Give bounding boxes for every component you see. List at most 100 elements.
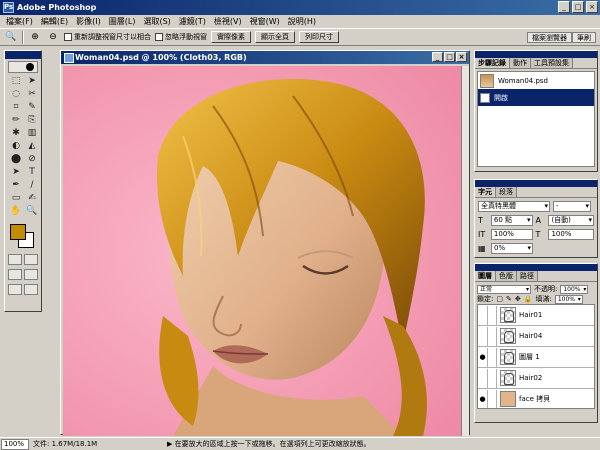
visibility-eye-icon[interactable] xyxy=(478,305,488,325)
fit-screen-button[interactable]: 顯示全頁 xyxy=(255,31,295,43)
doc-close-button[interactable]: × xyxy=(456,52,467,62)
layer-row-hair01[interactable]: Hair01 xyxy=(478,305,594,326)
visibility-eye-icon[interactable]: ● xyxy=(478,347,488,367)
checkbox-box[interactable] xyxy=(64,33,72,41)
layers-panel-title-bar[interactable] xyxy=(475,264,597,271)
adobe-online-icon[interactable] xyxy=(8,61,38,73)
lock-transparency-icon[interactable]: ▢ xyxy=(496,295,503,303)
foreground-color-swatch[interactable] xyxy=(10,224,26,240)
minimize-button[interactable]: _ xyxy=(558,1,570,13)
notes-tool-icon[interactable]: ▭ xyxy=(8,192,24,205)
tab-paths[interactable]: 路徑 xyxy=(517,271,538,281)
history-brush-tool-icon[interactable]: ✱ xyxy=(8,127,24,140)
font-style-select[interactable]: - xyxy=(553,200,591,212)
layer-row-face-copy[interactable]: ● face 拷貝 xyxy=(478,389,594,408)
zoom-level-field[interactable]: 100% xyxy=(1,438,29,450)
tab-history[interactable]: 步驟記錄 xyxy=(475,58,510,68)
layer-link-icon[interactable] xyxy=(488,389,497,408)
line-tool-icon[interactable]: / xyxy=(24,179,40,192)
document-title-bar[interactable]: Woman04.psd @ 100% (Cloth03, RGB) _ □ × xyxy=(61,51,469,64)
tab-actions[interactable]: 動作 xyxy=(510,58,531,68)
imageready-jump-icon[interactable] xyxy=(24,284,38,295)
file-size-info[interactable]: 文件: 1.67M/18.1M xyxy=(33,439,163,449)
lock-position-icon[interactable]: ✥ xyxy=(515,295,521,303)
gradient-tool-icon[interactable]: ◐ xyxy=(8,140,24,153)
zoom-in-icon[interactable]: ⊕ xyxy=(28,31,42,43)
lock-image-icon[interactable]: ✎ xyxy=(506,295,512,303)
maximize-button[interactable]: □ xyxy=(572,1,584,13)
character-panel-title-bar[interactable] xyxy=(475,180,597,187)
move-tool-icon[interactable]: ➤ xyxy=(24,75,40,88)
menu-edit[interactable]: 編輯(E) xyxy=(37,15,72,28)
type-tool-icon[interactable]: T xyxy=(24,166,40,179)
full-screen-mode-icon[interactable] xyxy=(8,284,22,295)
marquee-tool-icon[interactable]: ⬚ xyxy=(8,75,24,88)
menu-filter[interactable]: 濾鏡(T) xyxy=(175,15,210,28)
sponge-tool-icon[interactable]: ⊘ xyxy=(24,153,40,166)
resize-window-checkbox[interactable]: 重新調整視窗尺寸以相合 xyxy=(64,32,151,42)
layer-row-hair02[interactable]: Hair02 xyxy=(478,368,594,389)
path-select-tool-icon[interactable]: ➤ xyxy=(8,166,24,179)
eraser-tool-icon[interactable]: ▥ xyxy=(24,127,40,140)
vertical-scale-field[interactable]: 100% xyxy=(490,228,533,240)
well-tab-file-browser[interactable]: 檔案瀏覽器 xyxy=(527,32,572,43)
layer-row-hair04[interactable]: Hair04 xyxy=(478,326,594,347)
tracking-field[interactable]: 0% xyxy=(491,242,533,254)
menu-select[interactable]: 選取(S) xyxy=(139,15,174,28)
blur-tool-icon[interactable]: ◭ xyxy=(24,140,40,153)
standard-screen-mode-icon[interactable] xyxy=(8,269,22,280)
zoom-tool-icon[interactable]: 🔍 xyxy=(24,205,40,218)
font-size-field[interactable]: 60 點 xyxy=(490,214,533,226)
tab-tool-presets[interactable]: 工具預設集 xyxy=(531,58,573,68)
layer-link-icon[interactable] xyxy=(488,326,497,346)
standard-mode-icon[interactable] xyxy=(8,254,22,265)
zoom-icon[interactable]: 🔍 xyxy=(4,31,18,43)
menu-layer[interactable]: 圖層(L) xyxy=(105,15,140,28)
horizontal-scale-field[interactable]: 100% xyxy=(548,228,595,240)
menu-window[interactable]: 視窗(W) xyxy=(246,15,284,28)
fill-field[interactable]: 100% xyxy=(554,294,583,304)
doc-minimize-button[interactable]: _ xyxy=(432,52,443,62)
layer-link-icon[interactable] xyxy=(488,368,497,388)
history-snapshot[interactable]: Woman04.psd xyxy=(478,72,594,89)
crop-tool-icon[interactable]: ⌗ xyxy=(8,101,24,114)
visibility-eye-icon[interactable]: ● xyxy=(478,389,488,408)
history-state[interactable]: 開啟 xyxy=(478,89,594,106)
hand-tool-icon[interactable]: ✋ xyxy=(8,205,24,218)
tab-channels[interactable]: 色版 xyxy=(496,271,517,281)
menu-file[interactable]: 檔案(F) xyxy=(2,15,37,28)
actual-pixels-button[interactable]: 實際像素 xyxy=(211,31,251,43)
lock-all-icon[interactable]: 🔒 xyxy=(524,295,533,303)
image-canvas[interactable] xyxy=(63,66,461,436)
menu-help[interactable]: 說明(H) xyxy=(284,15,320,28)
brush-tool-icon[interactable]: ✏ xyxy=(8,114,24,127)
photoshop-icon[interactable]: Ps xyxy=(3,2,14,13)
doc-maximize-button[interactable]: □ xyxy=(444,52,455,62)
lasso-tool-icon[interactable]: ◌ xyxy=(8,88,24,101)
toolbox-title-bar[interactable] xyxy=(5,51,41,59)
eyedropper-tool-icon[interactable]: ✍ xyxy=(24,192,40,205)
tab-character[interactable]: 字元 xyxy=(475,187,496,197)
vertical-scrollbar[interactable] xyxy=(461,66,469,436)
visibility-eye-icon[interactable] xyxy=(478,368,488,388)
layer-link-icon[interactable] xyxy=(488,305,497,325)
dodge-tool-icon[interactable]: ⬤ xyxy=(8,153,24,166)
zoom-out-icon[interactable]: ⊖ xyxy=(46,31,60,43)
leading-field[interactable]: (自動) xyxy=(548,214,595,226)
magic-wand-tool-icon[interactable]: ✂ xyxy=(24,88,40,101)
tab-layers[interactable]: 圖層 xyxy=(475,271,496,281)
checkbox-box[interactable] xyxy=(155,33,163,41)
layer-row-layer1[interactable]: ● 圖層 1 xyxy=(478,347,594,368)
history-panel-title-bar[interactable] xyxy=(475,51,597,58)
menu-image[interactable]: 影像(I) xyxy=(72,15,105,28)
pen-tool-icon[interactable]: ✒ xyxy=(8,179,24,192)
visibility-eye-icon[interactable] xyxy=(478,326,488,346)
close-button[interactable]: × xyxy=(586,1,598,13)
menu-view[interactable]: 檢視(V) xyxy=(210,15,246,28)
print-size-button[interactable]: 列印尺寸 xyxy=(299,31,339,43)
font-family-select[interactable]: 全真特黑體 xyxy=(478,200,550,212)
ignore-palettes-checkbox[interactable]: 忽略浮動視窗 xyxy=(155,32,207,42)
slice-tool-icon[interactable]: ✎ xyxy=(24,101,40,114)
tab-paragraph[interactable]: 段落 xyxy=(496,187,517,197)
stamp-tool-icon[interactable]: ⎘ xyxy=(24,114,40,127)
